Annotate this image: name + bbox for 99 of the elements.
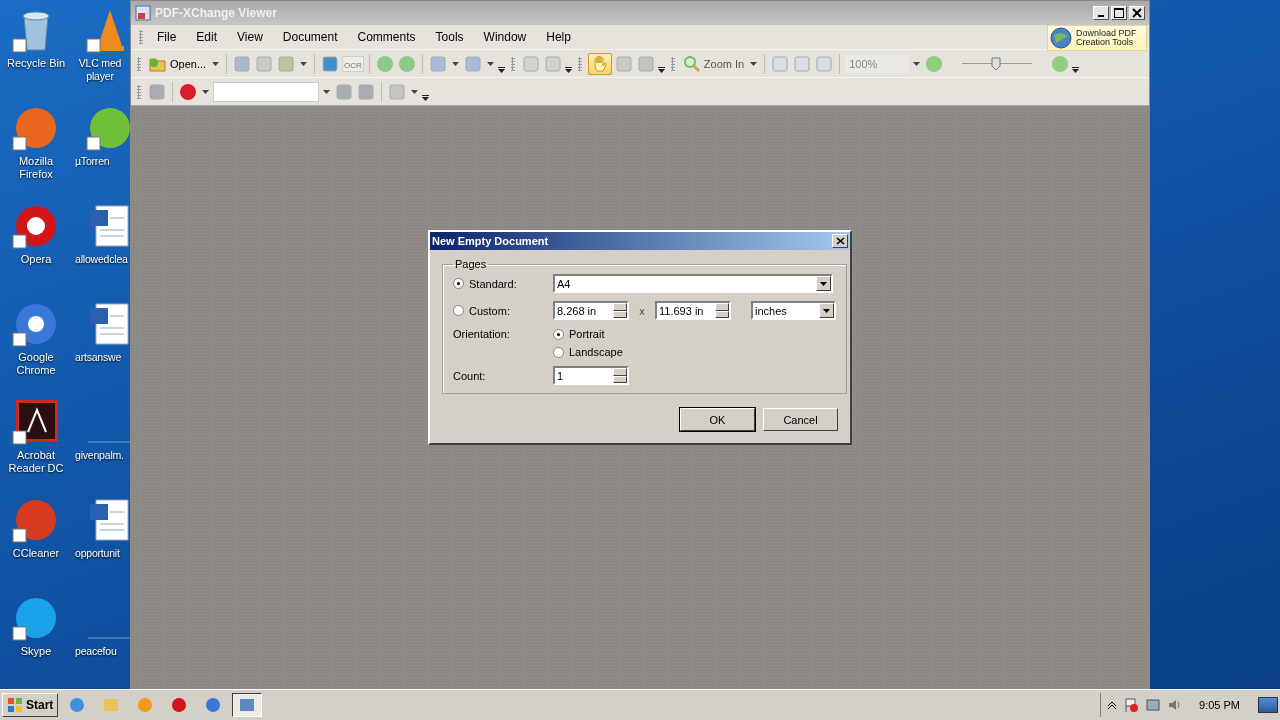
- chevron-icon[interactable]: [1107, 700, 1118, 710]
- radio-label[interactable]: Standard:: [469, 277, 517, 290]
- download-button[interactable]: Download PDF Creation Tools: [1047, 25, 1147, 51]
- caret-icon[interactable]: [411, 89, 418, 94]
- radio-button[interactable]: [453, 305, 464, 316]
- minimize-button[interactable]: [1093, 6, 1109, 20]
- desktop-icon-label[interactable]: peacefou: [72, 645, 117, 658]
- radio-button[interactable]: [453, 278, 464, 289]
- radio-button[interactable]: [553, 346, 564, 358]
- caret-icon[interactable]: [1072, 67, 1080, 73]
- hand-icon: [591, 54, 608, 73]
- clock[interactable]: 9:05 PM: [1189, 699, 1252, 711]
- app-icon[interactable]: [12, 398, 60, 446]
- caret-icon[interactable]: [564, 67, 572, 73]
- caret-icon[interactable]: [750, 61, 758, 66]
- dialog-title: New Empty Document: [432, 235, 549, 247]
- count-field[interactable]: 1: [553, 366, 629, 385]
- menu-item[interactable]: Edit: [186, 30, 228, 44]
- menu-item[interactable]: Help: [536, 30, 581, 44]
- hand-tool-button[interactable]: [587, 52, 612, 75]
- desktop-icon-label[interactable]: Opera: [20, 253, 52, 266]
- caret-icon[interactable]: [913, 61, 921, 66]
- menu-item[interactable]: File: [147, 30, 187, 44]
- globe-icon: [1050, 27, 1072, 49]
- radio-label[interactable]: Portrait: [569, 328, 605, 340]
- flag-icon[interactable]: [1123, 697, 1140, 713]
- zoom-in-button[interactable]: Zoom In: [680, 54, 747, 73]
- grip-icon[interactable]: [137, 84, 141, 99]
- slider-thumb[interactable]: [990, 56, 1001, 71]
- app-icon: [204, 696, 223, 714]
- open-button[interactable]: Open...: [147, 54, 209, 73]
- network-icon[interactable]: [1145, 697, 1162, 713]
- times-sign: x: [638, 304, 646, 317]
- caret-icon[interactable]: [212, 61, 220, 66]
- desktop-icon-label[interactable]: Recycle Bin: [6, 57, 66, 70]
- count-label: Count:: [453, 369, 487, 382]
- app-icon: [102, 696, 121, 714]
- close-button[interactable]: [1129, 6, 1145, 20]
- page-size-dropdown[interactable]: A4: [553, 274, 833, 293]
- menu-item[interactable]: View: [227, 30, 273, 44]
- width-field[interactable]: 8.268 in: [553, 301, 629, 320]
- desktop-icon-label[interactable]: Skype: [20, 645, 52, 658]
- caret-icon[interactable]: [202, 89, 209, 94]
- desktop-icon-label[interactable]: Mozilla Firefox: [1, 155, 71, 181]
- group-label: Pages: [454, 258, 488, 270]
- caret-icon[interactable]: [323, 89, 330, 94]
- magnifier-icon: [682, 54, 701, 73]
- app-icon: [68, 696, 87, 714]
- app-icon: [136, 696, 155, 714]
- search-field[interactable]: [213, 81, 319, 102]
- maximize-icon: [1114, 8, 1124, 18]
- app-icon: [135, 5, 151, 21]
- desktop-icon-label[interactable]: givenpalm.: [72, 449, 124, 462]
- start-button[interactable]: Start: [2, 693, 59, 717]
- grip-icon[interactable]: [137, 56, 141, 71]
- orientation-label: Orientation:: [453, 328, 511, 340]
- windows-logo: [7, 697, 23, 713]
- caret-icon[interactable]: [486, 61, 494, 66]
- grip-icon[interactable]: [577, 56, 582, 71]
- grip-icon[interactable]: [510, 56, 515, 71]
- caret-icon[interactable]: [497, 67, 505, 73]
- window-title: PDF-XChange Viewer: [155, 6, 278, 20]
- desktop-icon-label[interactable]: CCleaner: [12, 547, 60, 560]
- close-icon: [835, 237, 845, 245]
- caret-icon: [820, 281, 827, 286]
- grip-icon[interactable]: [670, 56, 675, 71]
- menu-item[interactable]: Window: [473, 30, 537, 44]
- menu-item[interactable]: Tools: [425, 30, 474, 44]
- desktop-icon-label[interactable]: Acrobat Reader DC: [1, 449, 71, 475]
- caret-icon[interactable]: [422, 95, 429, 101]
- unit-dropdown[interactable]: inches: [751, 301, 836, 320]
- desktop-icon-label[interactable]: VLC med player: [72, 57, 125, 83]
- caret-icon[interactable]: [451, 61, 459, 66]
- menu-item[interactable]: Comments: [347, 30, 426, 44]
- maximize-button[interactable]: [1111, 6, 1127, 20]
- radio-label[interactable]: Custom:: [469, 304, 510, 317]
- desktop-icon-label[interactable]: artsanswe: [72, 351, 122, 364]
- app-icon: [238, 696, 257, 714]
- close-button[interactable]: [832, 234, 848, 248]
- ok-button[interactable]: OK: [680, 408, 755, 431]
- desktop-icon-label[interactable]: allowedclea: [72, 253, 128, 266]
- caret-icon: [823, 308, 830, 313]
- close-icon: [1132, 8, 1142, 18]
- desktop-icon-label[interactable]: µTorren: [72, 155, 110, 168]
- taskbar-app[interactable]: [232, 693, 263, 717]
- show-desktop-button[interactable]: [1258, 697, 1278, 713]
- app-icon: [170, 696, 189, 714]
- radio-label[interactable]: Landscape: [569, 346, 623, 358]
- caret-icon[interactable]: [300, 61, 308, 66]
- height-field[interactable]: 11.693 in: [655, 301, 731, 320]
- cancel-button[interactable]: Cancel: [763, 408, 838, 431]
- ocr-button[interactable]: OCR: [342, 55, 364, 72]
- desktop-icon-label[interactable]: Google Chrome: [1, 351, 71, 377]
- grip-icon[interactable]: [139, 30, 143, 44]
- caret-icon[interactable]: [657, 67, 665, 73]
- radio-button[interactable]: [553, 328, 564, 340]
- desktop-icon-label[interactable]: opportunit: [72, 547, 120, 560]
- minimize-icon: [1098, 15, 1104, 17]
- menu-item[interactable]: Document: [272, 30, 348, 44]
